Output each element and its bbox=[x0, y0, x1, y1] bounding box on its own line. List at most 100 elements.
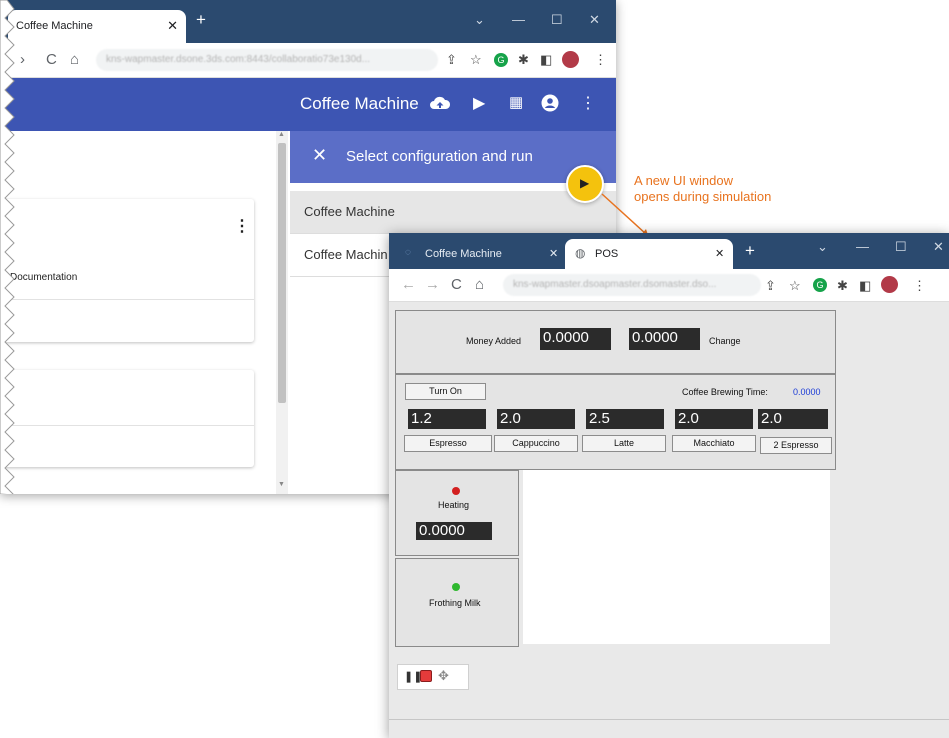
app-title: Coffee Machine bbox=[300, 94, 419, 113]
app-bar: Coffee Machine ▶ ▦ ⋮ bbox=[0, 78, 616, 131]
minimize-icon[interactable]: — bbox=[856, 239, 869, 254]
sidepanel-icon[interactable]: ◧ bbox=[859, 278, 871, 294]
tab-coffee-machine[interactable]: ◌ Coffee Machine ✕ bbox=[395, 239, 563, 269]
card-divider bbox=[0, 299, 254, 300]
back-tab-coffee-machine[interactable]: Coffee Machine ✕ bbox=[8, 10, 186, 43]
macchiato-button[interactable]: Macchiato bbox=[672, 435, 756, 452]
configuration-item-label: Coffee Machine bbox=[304, 204, 395, 219]
back-tab-close-icon[interactable]: ✕ bbox=[167, 18, 178, 34]
back-arrow-icon[interactable]: ← bbox=[401, 276, 416, 293]
configuration-item-label: Coffee Machin bbox=[304, 247, 388, 262]
cloud-upload-icon[interactable] bbox=[429, 94, 451, 112]
back-tab-search-icon[interactable]: ⌄ bbox=[474, 12, 485, 28]
account-icon[interactable] bbox=[541, 94, 559, 112]
back-bookmark-star-icon[interactable]: ☆ bbox=[470, 52, 482, 68]
bottom-divider bbox=[389, 719, 949, 720]
front-tab-bar: ◌ Coffee Machine ✕ ◍ POS ✕ + ⌄ — ☐ ✕ bbox=[389, 233, 949, 269]
profile-avatar[interactable] bbox=[881, 276, 898, 293]
torn-edge-decoration bbox=[0, 0, 15, 494]
back-minimize-icon[interactable]: — bbox=[512, 12, 525, 27]
back-home-icon[interactable]: ⌂ bbox=[70, 51, 79, 68]
reload-icon[interactable]: C bbox=[451, 276, 462, 293]
frothing-led bbox=[452, 583, 460, 591]
url-field[interactable]: kns-wapmaster.dsoapmaster.dsomaster.dso.… bbox=[503, 274, 761, 296]
maximize-icon[interactable]: ☐ bbox=[895, 239, 907, 255]
double-espresso-price-display: 2.0 bbox=[758, 409, 828, 429]
play-icon[interactable]: ▶ bbox=[473, 93, 485, 113]
espresso-button[interactable]: Espresso bbox=[404, 435, 492, 452]
heating-display: 0.0000 bbox=[416, 522, 492, 540]
latte-button[interactable]: Latte bbox=[582, 435, 666, 452]
card-divider bbox=[0, 425, 254, 426]
brewing-time-label: Coffee Brewing Time: bbox=[682, 387, 768, 397]
scroll-up-icon[interactable]: ▲ bbox=[278, 131, 285, 138]
back-browser-menu-icon[interactable]: ⋮ bbox=[594, 52, 607, 68]
tab-title: Coffee Machine bbox=[425, 248, 502, 260]
address-bar-row: ← → C ⌂ kns-wapmaster.dsoapmaster.dsomas… bbox=[389, 269, 949, 302]
home-icon[interactable]: ⌂ bbox=[475, 276, 484, 293]
back-tab-bar: Coffee Machine ✕ + ⌄ — ☐ ✕ bbox=[0, 0, 616, 43]
latte-price-display: 2.5 bbox=[586, 409, 664, 429]
move-icon[interactable]: ✥ bbox=[438, 668, 449, 684]
bookmark-star-icon[interactable]: ☆ bbox=[789, 278, 801, 294]
back-profile-avatar[interactable] bbox=[562, 51, 579, 68]
tab-close-icon[interactable]: ✕ bbox=[549, 247, 558, 260]
back-close-window-icon[interactable]: ✕ bbox=[589, 12, 600, 28]
callout-text: A new UI window opens during simulation bbox=[634, 173, 854, 205]
panel-close-icon[interactable]: ✕ bbox=[312, 145, 327, 166]
share-icon[interactable]: ⇪ bbox=[765, 278, 776, 294]
scrollbar-thumb[interactable] bbox=[278, 143, 286, 403]
grammarly-icon[interactable]: G bbox=[813, 278, 827, 292]
back-new-tab-button[interactable]: + bbox=[196, 10, 206, 30]
app-menu-icon[interactable]: ⋮ bbox=[580, 93, 596, 113]
back-extensions-icon[interactable]: ✱ bbox=[518, 52, 529, 68]
simulation-toolbar: ❚❚ ✥ bbox=[397, 664, 469, 690]
close-window-icon[interactable]: ✕ bbox=[933, 239, 944, 255]
cappuccino-button[interactable]: Cappuccino bbox=[494, 435, 578, 452]
browser-menu-icon[interactable]: ⋮ bbox=[913, 278, 926, 294]
money-panel: Money Added 0.0000 0.0000 Change bbox=[395, 310, 836, 374]
tab-close-icon[interactable]: ✕ bbox=[715, 247, 724, 260]
left-scrollbar[interactable]: ▲ ▼ bbox=[276, 131, 288, 494]
money-added-display: 0.0000 bbox=[540, 328, 611, 350]
apps-grid-icon[interactable]: ▦ bbox=[509, 93, 523, 111]
back-share-icon[interactable]: ⇪ bbox=[446, 52, 457, 68]
frothing-label: Frothing Milk bbox=[429, 598, 481, 608]
callout-line: A new UI window bbox=[634, 173, 733, 188]
brewing-time-value: 0.0000 bbox=[793, 387, 821, 397]
heating-label: Heating bbox=[438, 500, 470, 510]
extensions-icon[interactable]: ✱ bbox=[837, 278, 848, 294]
configuration-item[interactable]: Coffee Machine bbox=[290, 191, 616, 234]
pos-content: Money Added 0.0000 0.0000 Change Turn On… bbox=[389, 302, 949, 738]
double-espresso-button[interactable]: 2 Espresso bbox=[760, 437, 832, 454]
change-display: 0.0000 bbox=[629, 328, 700, 350]
tab-title: POS bbox=[595, 248, 619, 260]
stop-icon[interactable] bbox=[420, 670, 432, 682]
back-url-field[interactable]: kns-wapmaster.dsone.3ds.com:8443/collabo… bbox=[96, 49, 438, 71]
back-reload-icon[interactable]: C bbox=[46, 51, 57, 68]
scroll-down-icon[interactable]: ▼ bbox=[278, 481, 285, 488]
heating-led bbox=[452, 487, 460, 495]
forward-arrow-icon[interactable]: → bbox=[425, 276, 440, 293]
new-tab-button[interactable]: + bbox=[745, 241, 755, 261]
globe-icon: ◍ bbox=[575, 246, 586, 260]
frothing-panel: Frothing Milk bbox=[395, 558, 519, 647]
documentation-card[interactable]: ⋮ Documentation bbox=[0, 199, 254, 342]
turn-on-button[interactable]: Turn On bbox=[405, 383, 486, 400]
loading-icon: ◌ bbox=[405, 247, 411, 258]
card-more-icon[interactable]: ⋮ bbox=[234, 216, 250, 236]
espresso-price-display: 1.2 bbox=[408, 409, 486, 429]
heating-panel: Heating 0.0000 bbox=[395, 470, 519, 556]
cappuccino-price-display: 2.0 bbox=[497, 409, 575, 429]
back-address-bar-row: › C ⌂ kns-wapmaster.dsone.3ds.com:8443/c… bbox=[0, 43, 616, 78]
back-tab-title: Coffee Machine bbox=[16, 20, 93, 32]
tab-pos[interactable]: ◍ POS ✕ bbox=[565, 239, 733, 269]
pos-browser-window: ◌ Coffee Machine ✕ ◍ POS ✕ + ⌄ — ☐ ✕ ← →… bbox=[389, 233, 949, 738]
back-maximize-icon[interactable]: ☐ bbox=[551, 12, 563, 28]
back-forward-icon[interactable]: › bbox=[20, 51, 25, 68]
second-card[interactable] bbox=[0, 370, 254, 467]
back-sidepanel-icon[interactable]: ◧ bbox=[540, 52, 552, 68]
back-grammarly-icon[interactable]: G bbox=[494, 53, 508, 67]
tab-search-icon[interactable]: ⌄ bbox=[817, 239, 828, 255]
macchiato-price-display: 2.0 bbox=[675, 409, 753, 429]
